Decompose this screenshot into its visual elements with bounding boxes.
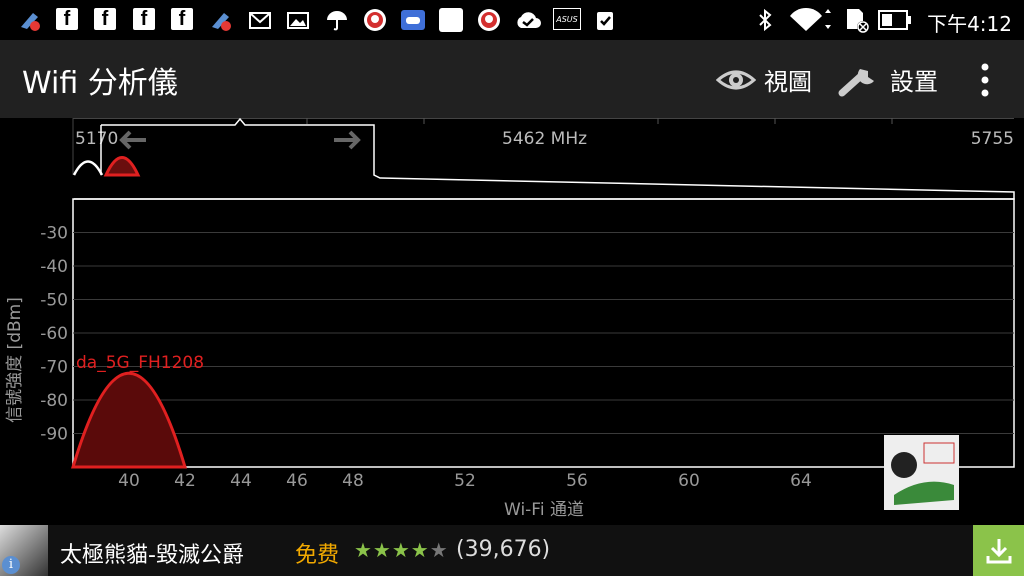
x-axis-label: Wi-Fi 通道	[504, 500, 584, 520]
network-ssid-label: da_5G_FH1208	[76, 353, 204, 373]
overview-graphics	[72, 118, 1015, 200]
y-tick-label: -80	[40, 391, 68, 411]
umbrella-icon	[327, 11, 347, 31]
x-tick-label: 60	[678, 471, 700, 491]
rating-count: (39,676)	[456, 537, 551, 562]
ad-banner[interactable]: i 太極熊貓-毀滅公爵 免费 ★★★★★ (39,676)	[0, 525, 1024, 576]
ad-title[interactable]: 太極熊貓-毀滅公爵	[60, 537, 244, 569]
settings-label: 設置	[890, 68, 938, 96]
signal-curves: da_5G_FH1208	[70, 353, 204, 469]
watermark-logo	[884, 435, 959, 510]
mail-icon	[249, 12, 271, 29]
signal-chart[interactable]: -30 -40 -50 -60 -70 -80 -90 40 42 44 46 48 52 56 60 64…	[0, 118, 1024, 528]
app-icon	[364, 9, 386, 31]
blank-icon	[439, 8, 463, 32]
pan-left-icon[interactable]	[119, 130, 146, 150]
facebook-icon: f	[133, 8, 155, 30]
info-icon[interactable]: i	[2, 556, 20, 574]
eye-icon	[716, 70, 756, 89]
cloud-check-icon	[517, 12, 541, 28]
y-tick-label: -90	[40, 425, 68, 445]
rating-stars-filled: ★★★★	[354, 538, 430, 562]
battery-icon	[878, 10, 911, 30]
y-tick-label: -30	[40, 224, 68, 244]
viewport-window[interactable]	[74, 118, 1015, 200]
x-tick-label: 46	[286, 471, 308, 491]
clock: 下午4:12	[927, 12, 1012, 36]
view-button[interactable]: 視圖	[716, 62, 812, 97]
pan-right-icon[interactable]	[334, 130, 361, 150]
usb-clean-icon	[212, 13, 231, 31]
sd-card-icon	[847, 9, 869, 33]
y-tick-label: -50	[40, 291, 68, 311]
overflow-menu-icon[interactable]	[978, 62, 992, 98]
y-tick-label: -60	[40, 324, 68, 344]
overview-curve-white	[72, 160, 104, 176]
rating-stars: ★★★★★	[354, 538, 449, 562]
rating-stars-empty: ★	[429, 538, 449, 562]
x-tick-label: 56	[566, 471, 588, 491]
x-tick-label: 40	[118, 471, 140, 491]
app-icon	[478, 9, 500, 31]
settings-button[interactable]: 設置	[838, 62, 938, 97]
clipboard-check-icon	[597, 12, 613, 30]
y-axis-label: 信號強度 [dBm]	[5, 297, 25, 423]
status-bar: f f f f ASUS 下午4:12	[0, 0, 1024, 40]
facebook-icon: f	[56, 8, 78, 30]
wifi-icon	[790, 7, 831, 31]
x-tick-label: 52	[454, 471, 476, 491]
ad-app-thumbnail[interactable]: i	[0, 525, 48, 576]
y-tick-label: -70	[40, 358, 68, 378]
asus-icon: ASUS	[553, 8, 581, 30]
y-tick-label: -40	[40, 257, 68, 277]
overview-curve-red	[103, 156, 141, 177]
x-tick-label: 48	[342, 471, 364, 491]
view-label: 視圖	[764, 68, 812, 96]
y-axis-ticks: -30 -40 -50 -60 -70 -80 -90	[40, 224, 68, 445]
chart-grid	[72, 198, 1015, 468]
bluetooth-icon	[759, 8, 772, 32]
facebook-icon: f	[171, 8, 193, 30]
image-icon	[287, 12, 309, 29]
signal-curve[interactable]	[70, 371, 188, 469]
x-tick-label: 44	[230, 471, 252, 491]
wrench-icon	[838, 68, 874, 96]
page-title: Wifi 分析儀	[22, 66, 178, 101]
facebook-icon: f	[94, 8, 116, 30]
x-axis-ticks: 40 42 44 46 48 52 56 60 64	[118, 471, 812, 491]
app-bar: Wifi 分析儀 視圖 設置	[0, 40, 1024, 118]
game-icon	[401, 10, 425, 30]
download-button[interactable]	[973, 525, 1024, 576]
x-tick-label: 64	[790, 471, 812, 491]
x-tick-label: 42	[174, 471, 196, 491]
usb-clean-icon	[21, 13, 40, 31]
download-icon	[986, 538, 1011, 563]
ad-price: 免费	[295, 543, 340, 568]
